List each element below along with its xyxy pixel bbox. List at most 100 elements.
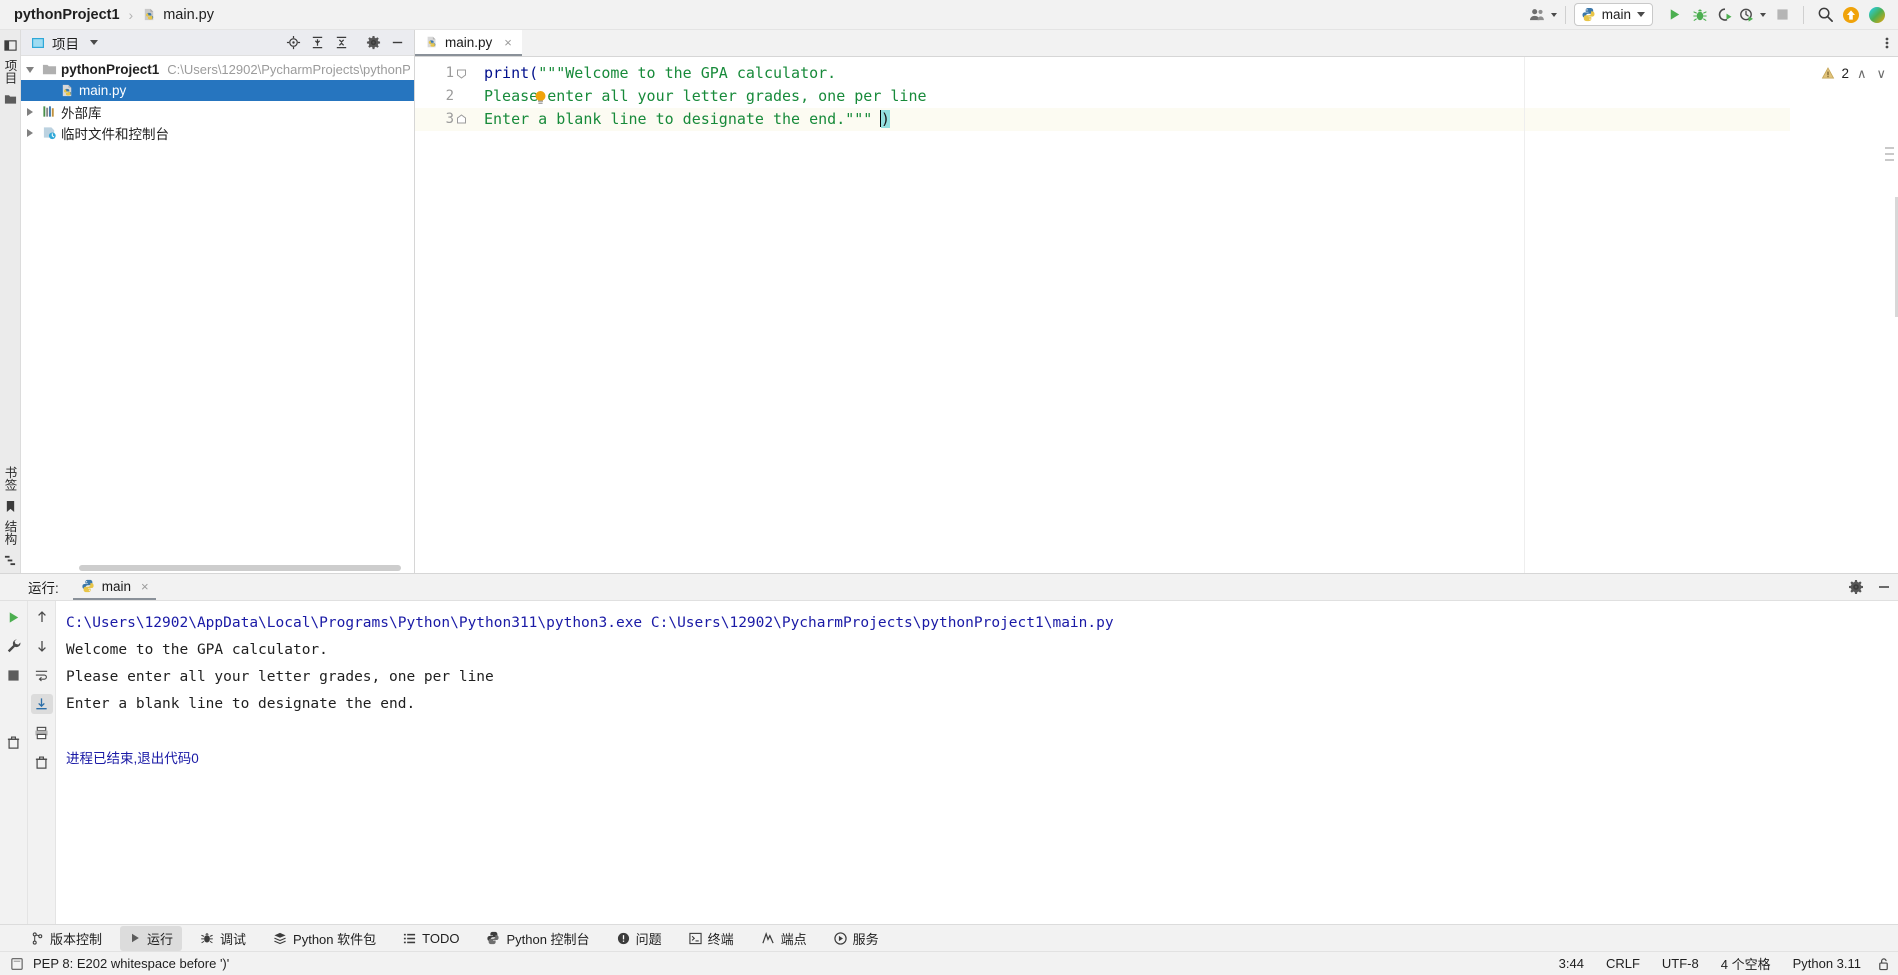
project-horizontal-scrollbar[interactable]	[21, 562, 414, 573]
code-line-3[interactable]: Enter a blank line to designate the end.…	[472, 108, 1790, 131]
update-arrow-icon[interactable]	[1838, 3, 1864, 27]
run-panel-label: 运行:	[28, 581, 59, 596]
code-line-2[interactable]: Please enter all your letter grades, one…	[472, 85, 1790, 108]
search-icon[interactable]	[1812, 3, 1838, 27]
bottom-tool-run[interactable]: 运行	[120, 925, 183, 951]
scratches-icon	[39, 126, 59, 140]
debug-icon[interactable]	[1687, 3, 1713, 27]
tree-path-project: C:\Users\12902\PycharmProjects\pythonP	[167, 62, 410, 77]
run-config-label: main	[1601, 7, 1631, 22]
fold-region-start-icon[interactable]	[456, 67, 467, 79]
warning-count: 2	[1841, 66, 1849, 81]
feedback-icon[interactable]	[1864, 3, 1890, 27]
settings-gear-icon[interactable]	[1842, 575, 1870, 599]
close-icon[interactable]: ×	[141, 579, 149, 594]
project-window-icon[interactable]	[3, 39, 17, 52]
print-icon[interactable]	[31, 723, 53, 743]
breadcrumb-file[interactable]: main.py	[163, 7, 214, 23]
bottom-tool-label: 端点	[780, 931, 807, 947]
tree-row-project[interactable]: pythonProject1 C:\Users\12902\PycharmPro…	[21, 59, 414, 80]
indent-setting[interactable]: 4 个空格	[1721, 954, 1771, 973]
file-encoding[interactable]: UTF-8	[1662, 956, 1699, 971]
previous-problem-icon[interactable]: ∧	[1855, 66, 1869, 82]
terminal-icon	[688, 932, 702, 945]
fold-region-end-icon[interactable]	[456, 113, 467, 124]
run-tab-label: main	[101, 578, 132, 594]
bottom-tool-services[interactable]: 服务	[825, 926, 888, 951]
bottom-tool-label: 调试	[220, 931, 247, 947]
chevron-right-icon[interactable]	[21, 128, 39, 137]
bottom-tool-endpoints[interactable]: 端点	[752, 926, 816, 951]
bottom-tool-label: 问题	[635, 931, 662, 947]
scroll-to-end-icon[interactable]	[30, 694, 53, 714]
bottom-tool-terminal[interactable]: 终端	[680, 926, 743, 951]
status-bar: PEP 8: E202 whitespace before ')' 3:44 C…	[0, 951, 1898, 975]
wrench-icon[interactable]	[3, 636, 25, 656]
bottom-tool-todo[interactable]: TODO	[394, 928, 468, 949]
left-strip-bookmarks-label[interactable]: 书签	[1, 466, 20, 491]
bookmark-icon[interactable]	[5, 500, 16, 513]
line-number: 2	[445, 88, 454, 104]
expand-all-icon[interactable]	[305, 32, 329, 54]
editor-gutter[interactable]: 1 2 3	[415, 57, 472, 573]
settings-gear-icon[interactable]	[361, 32, 385, 54]
run-icon[interactable]	[1661, 3, 1687, 27]
left-strip-structure-label[interactable]: 结构	[1, 520, 20, 545]
editor-area[interactable]: 1 2 3 print("""Welcome to the GPA calcul…	[415, 57, 1898, 573]
intention-bulb-icon[interactable]	[534, 90, 547, 106]
bottom-tool-python-console[interactable]: Python 控制台	[477, 926, 598, 951]
locate-icon[interactable]	[281, 32, 305, 54]
structure-icon[interactable]	[4, 554, 16, 566]
breadcrumb-project[interactable]: pythonProject1	[14, 7, 120, 23]
code-token-string: Enter a blank line to designate the end.…	[484, 110, 882, 128]
clear-icon[interactable]	[31, 752, 53, 772]
collapse-all-icon[interactable]	[329, 32, 353, 54]
tree-row-main-py[interactable]: main.py	[21, 80, 414, 101]
bottom-tool-problems[interactable]: 问题	[608, 926, 671, 951]
vertical-dots-icon[interactable]	[1876, 30, 1898, 56]
close-icon[interactable]: ×	[502, 35, 514, 50]
code-token-keyword: print	[484, 64, 530, 82]
project-panel-title: 项目	[52, 36, 79, 52]
stop-icon[interactable]	[3, 665, 25, 685]
lock-icon[interactable]	[1877, 957, 1890, 971]
next-problem-icon[interactable]: ∨	[1874, 66, 1888, 82]
profiler-icon[interactable]	[1739, 3, 1769, 27]
trash-icon[interactable]	[3, 732, 25, 752]
console-output[interactable]: C:\Users\12902\AppData\Local\Programs\Py…	[56, 601, 1898, 924]
tree-row-scratches[interactable]: 临时文件和控制台	[21, 122, 414, 143]
caret-position[interactable]: 3:44	[1559, 956, 1584, 971]
editor-tab-main-py[interactable]: main.py ×	[415, 30, 522, 56]
line-separator[interactable]: CRLF	[1606, 956, 1640, 971]
pycharm-window: pythonProject1 › main.py main 项目 书签 结构 项…	[0, 0, 1898, 975]
minimize-icon[interactable]	[1870, 575, 1898, 599]
inspection-icon[interactable]	[10, 957, 24, 971]
project-window-icon	[31, 36, 45, 50]
bottom-tool-strip: 版本控制 运行 调试 Python 软件包 TODO Python 控制台 问题…	[0, 924, 1898, 951]
python-interpreter[interactable]: Python 3.11	[1793, 956, 1861, 971]
soft-wrap-icon[interactable]	[31, 665, 53, 685]
editor-tab-label: main.py	[445, 34, 493, 50]
run-with-coverage-icon[interactable]	[1713, 3, 1739, 27]
people-icon[interactable]	[1529, 3, 1557, 27]
left-strip-project-label[interactable]: 项目	[1, 59, 20, 84]
folder-icon[interactable]	[4, 93, 17, 105]
bottom-tool-python-packages[interactable]: Python 软件包	[264, 926, 385, 951]
stop-icon[interactable]	[1769, 3, 1795, 27]
chevron-down-icon[interactable]	[21, 66, 39, 73]
code-text-area[interactable]: print("""Welcome to the GPA calculator. …	[472, 57, 1790, 573]
scroll-up-icon[interactable]	[31, 607, 53, 627]
chevron-right-icon[interactable]	[21, 107, 39, 116]
chevron-down-icon[interactable]	[90, 40, 98, 45]
bottom-tool-debug[interactable]: 调试	[191, 926, 255, 951]
run-tab-main[interactable]: main ×	[72, 574, 156, 600]
tree-row-external-libraries[interactable]: 外部库	[21, 101, 414, 122]
hide-icon[interactable]	[385, 32, 409, 54]
warning-triangle-icon[interactable]	[1821, 66, 1835, 80]
rerun-icon[interactable]	[3, 607, 25, 627]
code-line-1[interactable]: print("""Welcome to the GPA calculator.	[472, 62, 1790, 85]
bottom-tool-label: Python 软件包	[293, 931, 377, 947]
run-configuration-selector[interactable]: main	[1573, 3, 1653, 26]
bottom-tool-version-control[interactable]: 版本控制	[22, 926, 111, 951]
scroll-down-icon[interactable]	[31, 636, 53, 656]
